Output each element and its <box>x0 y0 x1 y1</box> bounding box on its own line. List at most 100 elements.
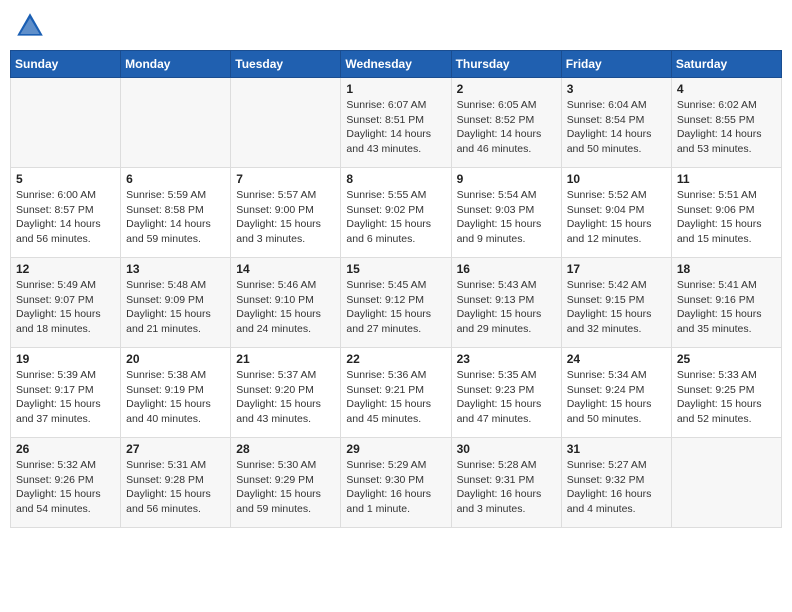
day-number: 2 <box>457 82 556 96</box>
day-info: Sunrise: 5:51 AMSunset: 9:06 PMDaylight:… <box>677 188 776 247</box>
day-number: 24 <box>567 352 666 366</box>
calendar-table: SundayMondayTuesdayWednesdayThursdayFrid… <box>10 50 782 528</box>
calendar-cell: 14 Sunrise: 5:46 AMSunset: 9:10 PMDayligh… <box>231 258 341 348</box>
day-number: 6 <box>126 172 225 186</box>
page-header <box>10 10 782 42</box>
day-number: 22 <box>346 352 445 366</box>
day-number: 12 <box>16 262 115 276</box>
day-info: Sunrise: 5:29 AMSunset: 9:30 PMDaylight:… <box>346 458 445 517</box>
calendar-cell: 8Sunrise: 5:55 AMSunset: 9:02 PMDaylight… <box>341 168 451 258</box>
day-info: Sunrise: 5:34 AMSunset: 9:24 PMDaylight:… <box>567 368 666 427</box>
day-of-week-header: Saturday <box>671 51 781 78</box>
calendar-cell: 25 Sunrise: 5:33 AMSunset: 9:25 PMDayligh… <box>671 348 781 438</box>
day-info: Sunrise: 6:04 AMSunset: 8:54 PMDaylight:… <box>567 98 666 157</box>
calendar-cell <box>671 438 781 528</box>
calendar-cell: 7 Sunrise: 5:57 AMSunset: 9:00 PMDaylight… <box>231 168 341 258</box>
calendar-cell <box>11 78 121 168</box>
calendar-cell: 12 Sunrise: 5:49 AMSunset: 9:07 PMDayligh… <box>11 258 121 348</box>
day-of-week-header: Thursday <box>451 51 561 78</box>
calendar-cell: 20 Sunrise: 5:38 AMSunset: 9:19 PMDayligh… <box>121 348 231 438</box>
calendar-cell: 4 Sunrise: 6:02 AMSunset: 8:55 PMDaylight… <box>671 78 781 168</box>
day-of-week-header: Sunday <box>11 51 121 78</box>
day-number: 3 <box>567 82 666 96</box>
calendar-cell: 5Sunrise: 6:00 AMSunset: 8:57 PMDaylight… <box>11 168 121 258</box>
day-info: Sunrise: 6:02 AMSunset: 8:55 PMDaylight:… <box>677 98 776 157</box>
calendar-cell: 13 Sunrise: 5:48 AMSunset: 9:09 PMDayligh… <box>121 258 231 348</box>
day-number: 18 <box>677 262 776 276</box>
logo-icon <box>14 10 46 42</box>
calendar-week-row: 26Sunrise: 5:32 AMSunset: 9:26 PMDayligh… <box>11 438 782 528</box>
day-number: 28 <box>236 442 335 456</box>
day-of-week-header: Monday <box>121 51 231 78</box>
day-info: Sunrise: 5:41 AMSunset: 9:16 PMDaylight:… <box>677 278 776 337</box>
calendar-cell: 24 Sunrise: 5:34 AMSunset: 9:24 PMDayligh… <box>561 348 671 438</box>
calendar-cell: 21 Sunrise: 5:37 AMSunset: 9:20 PMDayligh… <box>231 348 341 438</box>
day-info: Sunrise: 5:38 AMSunset: 9:19 PMDaylight:… <box>126 368 225 427</box>
day-info: Sunrise: 5:33 AMSunset: 9:25 PMDaylight:… <box>677 368 776 427</box>
day-number: 31 <box>567 442 666 456</box>
day-info: Sunrise: 5:39 AMSunset: 9:17 PMDaylight:… <box>16 368 115 427</box>
day-number: 17 <box>567 262 666 276</box>
calendar-cell: 15 Sunrise: 5:45 AMSunset: 9:12 PMDayligh… <box>341 258 451 348</box>
day-info: Sunrise: 5:52 AMSunset: 9:04 PMDaylight:… <box>567 188 666 247</box>
day-number: 7 <box>236 172 335 186</box>
day-number: 15 <box>346 262 445 276</box>
day-number: 25 <box>677 352 776 366</box>
day-info: Sunrise: 5:37 AMSunset: 9:20 PMDaylight:… <box>236 368 335 427</box>
day-info: Sunrise: 6:00 AMSunset: 8:57 PMDaylight:… <box>16 188 115 247</box>
calendar-cell: 31 Sunrise: 5:27 AMSunset: 9:32 PMDayligh… <box>561 438 671 528</box>
calendar-week-row: 1Sunrise: 6:07 AMSunset: 8:51 PMDaylight… <box>11 78 782 168</box>
day-number: 20 <box>126 352 225 366</box>
calendar-cell <box>121 78 231 168</box>
day-number: 30 <box>457 442 556 456</box>
calendar-cell <box>231 78 341 168</box>
day-number: 11 <box>677 172 776 186</box>
calendar-cell: 18 Sunrise: 5:41 AMSunset: 9:16 PMDayligh… <box>671 258 781 348</box>
calendar-cell: 16 Sunrise: 5:43 AMSunset: 9:13 PMDayligh… <box>451 258 561 348</box>
calendar-week-row: 12 Sunrise: 5:49 AMSunset: 9:07 PMDayligh… <box>11 258 782 348</box>
day-info: Sunrise: 5:28 AMSunset: 9:31 PMDaylight:… <box>457 458 556 517</box>
day-info: Sunrise: 5:45 AMSunset: 9:12 PMDaylight:… <box>346 278 445 337</box>
day-of-week-header: Wednesday <box>341 51 451 78</box>
day-info: Sunrise: 5:46 AMSunset: 9:10 PMDaylight:… <box>236 278 335 337</box>
calendar-cell: 19 Sunrise: 5:39 AMSunset: 9:17 PMDayligh… <box>11 348 121 438</box>
day-info: Sunrise: 5:31 AMSunset: 9:28 PMDaylight:… <box>126 458 225 517</box>
calendar-cell: 17 Sunrise: 5:42 AMSunset: 9:15 PMDayligh… <box>561 258 671 348</box>
day-number: 8 <box>346 172 445 186</box>
calendar-cell: 11 Sunrise: 5:51 AMSunset: 9:06 PMDayligh… <box>671 168 781 258</box>
day-number: 21 <box>236 352 335 366</box>
day-number: 13 <box>126 262 225 276</box>
day-number: 10 <box>567 172 666 186</box>
day-number: 26 <box>16 442 115 456</box>
calendar-cell: 3 Sunrise: 6:04 AMSunset: 8:54 PMDaylight… <box>561 78 671 168</box>
day-info: Sunrise: 5:27 AMSunset: 9:32 PMDaylight:… <box>567 458 666 517</box>
day-of-week-header: Tuesday <box>231 51 341 78</box>
day-info: Sunrise: 6:05 AMSunset: 8:52 PMDaylight:… <box>457 98 556 157</box>
day-number: 9 <box>457 172 556 186</box>
day-number: 14 <box>236 262 335 276</box>
day-number: 1 <box>346 82 445 96</box>
calendar-cell: 22Sunrise: 5:36 AMSunset: 9:21 PMDayligh… <box>341 348 451 438</box>
calendar-cell: 23 Sunrise: 5:35 AMSunset: 9:23 PMDayligh… <box>451 348 561 438</box>
calendar-cell: 28Sunrise: 5:30 AMSunset: 9:29 PMDayligh… <box>231 438 341 528</box>
logo <box>14 10 50 42</box>
day-number: 23 <box>457 352 556 366</box>
day-info: Sunrise: 5:35 AMSunset: 9:23 PMDaylight:… <box>457 368 556 427</box>
day-number: 19 <box>16 352 115 366</box>
calendar-cell: 10 Sunrise: 5:52 AMSunset: 9:04 PMDayligh… <box>561 168 671 258</box>
calendar-week-row: 19 Sunrise: 5:39 AMSunset: 9:17 PMDayligh… <box>11 348 782 438</box>
day-info: Sunrise: 5:54 AMSunset: 9:03 PMDaylight:… <box>457 188 556 247</box>
day-info: Sunrise: 5:48 AMSunset: 9:09 PMDaylight:… <box>126 278 225 337</box>
day-info: Sunrise: 5:49 AMSunset: 9:07 PMDaylight:… <box>16 278 115 337</box>
day-info: Sunrise: 5:43 AMSunset: 9:13 PMDaylight:… <box>457 278 556 337</box>
calendar-cell: 6Sunrise: 5:59 AMSunset: 8:58 PMDaylight… <box>121 168 231 258</box>
calendar-cell: 30 Sunrise: 5:28 AMSunset: 9:31 PMDayligh… <box>451 438 561 528</box>
day-number: 16 <box>457 262 556 276</box>
day-info: Sunrise: 5:42 AMSunset: 9:15 PMDaylight:… <box>567 278 666 337</box>
day-number: 29 <box>346 442 445 456</box>
calendar-cell: 2 Sunrise: 6:05 AMSunset: 8:52 PMDaylight… <box>451 78 561 168</box>
calendar-cell: 1Sunrise: 6:07 AMSunset: 8:51 PMDaylight… <box>341 78 451 168</box>
day-info: Sunrise: 5:57 AMSunset: 9:00 PMDaylight:… <box>236 188 335 247</box>
day-number: 4 <box>677 82 776 96</box>
day-number: 27 <box>126 442 225 456</box>
